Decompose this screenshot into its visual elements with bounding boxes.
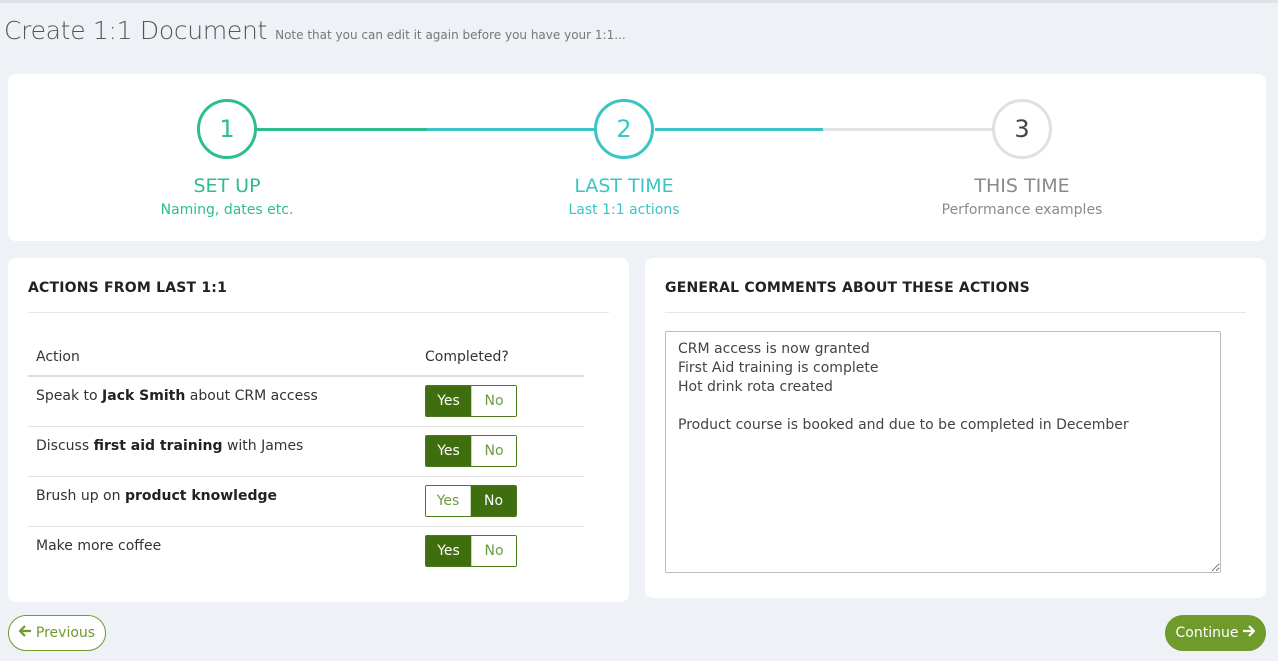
page-subtitle: Note that you can edit it again before y…: [275, 28, 626, 42]
previous-label: Previous: [35, 625, 96, 641]
yes-option[interactable]: Yes: [426, 435, 471, 466]
yes-option[interactable]: Yes: [426, 535, 471, 566]
yes-option[interactable]: Yes: [426, 485, 471, 516]
step-last-time[interactable]: 2 LAST TIME Last 1:1 actions: [494, 99, 754, 218]
table-row: Make more coffee Yes No: [28, 526, 584, 576]
no-option[interactable]: No: [471, 386, 516, 416]
action-text: Brush up on product knowledge: [28, 476, 417, 527]
step-number-3: 3: [992, 99, 1052, 159]
completed-toggle: Yes No: [425, 534, 517, 567]
progress-stepper: 1 SET UP Naming, dates etc. 2 LAST TIME …: [8, 74, 1266, 241]
comments-card: GENERAL COMMENTS ABOUT THESE ACTIONS: [645, 258, 1266, 598]
action-text-start: Make more coffee: [36, 537, 162, 554]
table-row: Speak to Jack Smith about CRM access Yes…: [28, 376, 584, 427]
action-text-start: Speak to: [36, 388, 103, 404]
table-header-row: Action Completed?: [28, 342, 584, 377]
action-text-end: with James: [222, 437, 304, 454]
actions-card: ACTIONS FROM LAST 1:1 Action Completed? …: [8, 258, 629, 602]
no-option[interactable]: No: [471, 485, 516, 516]
action-text: Make more coffee: [28, 526, 417, 576]
action-text: Discuss first aid training with James: [28, 426, 417, 477]
arrow-left-icon: [18, 625, 32, 641]
completed-toggle: Yes No: [425, 434, 517, 467]
action-text-bold: first aid training: [93, 437, 223, 454]
completed-cell: Yes No: [417, 476, 584, 527]
previous-button[interactable]: Previous: [8, 615, 106, 651]
actions-divider: [28, 312, 609, 313]
actions-heading: ACTIONS FROM LAST 1:1: [28, 280, 228, 296]
step-this-time[interactable]: 3 THIS TIME Performance examples: [892, 99, 1152, 218]
top-border: [0, 0, 1278, 3]
no-option[interactable]: No: [471, 435, 516, 466]
action-text: Speak to Jack Smith about CRM access: [28, 376, 417, 427]
completed-toggle: Yes No: [425, 484, 517, 517]
step-setup[interactable]: 1 SET UP Naming, dates etc.: [97, 99, 357, 218]
action-text-start: Brush up on: [36, 487, 125, 504]
continue-label: Continue: [1175, 625, 1239, 641]
column-header-completed: Completed?: [417, 342, 584, 377]
completed-cell: Yes No: [417, 526, 584, 576]
action-text-bold: product knowledge: [124, 487, 278, 504]
arrow-right-icon: [1242, 625, 1256, 641]
completed-cell: Yes No: [417, 426, 584, 477]
step-subtitle-3: Performance examples: [941, 202, 1103, 218]
step-subtitle-1: Naming, dates etc.: [160, 202, 294, 218]
page-title: Create 1:1 Document: [4, 16, 268, 45]
step-number-1: 1: [197, 99, 257, 159]
no-option[interactable]: No: [471, 535, 516, 566]
table-row: Discuss first aid training with James Ye…: [28, 426, 584, 477]
action-text-end: about CRM access: [185, 388, 318, 404]
completed-cell: Yes No: [417, 376, 584, 427]
step-title-1: SET UP: [193, 175, 261, 197]
table-row: Brush up on product knowledge Yes No: [28, 476, 584, 527]
completed-toggle: Yes No: [425, 385, 517, 417]
yes-option[interactable]: Yes: [426, 386, 471, 416]
page-header: Create 1:1 Document Note that you can ed…: [4, 16, 626, 45]
comments-divider: [665, 312, 1246, 313]
step-title-2: LAST TIME: [574, 175, 674, 197]
step-subtitle-2: Last 1:1 actions: [568, 202, 680, 218]
continue-button[interactable]: Continue: [1165, 615, 1266, 651]
column-header-action: Action: [28, 342, 417, 377]
actions-table: Action Completed? Speak to Jack Smith ab…: [28, 342, 584, 576]
general-comments-textarea[interactable]: [665, 331, 1221, 573]
action-text-start: Discuss: [36, 437, 94, 454]
action-text-bold: Jack Smith: [102, 388, 186, 404]
step-title-3: THIS TIME: [974, 175, 1070, 197]
step-number-2: 2: [594, 99, 654, 159]
comments-heading: GENERAL COMMENTS ABOUT THESE ACTIONS: [665, 280, 1030, 296]
